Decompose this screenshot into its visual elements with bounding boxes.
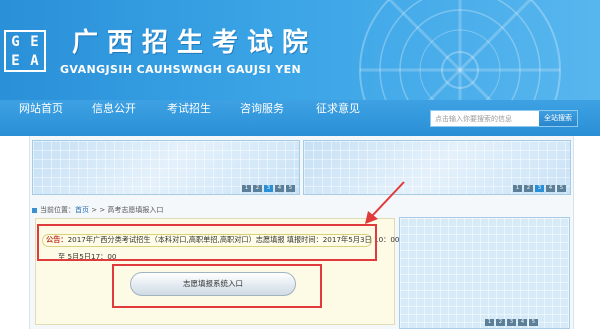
highlight-box-notice: [37, 224, 377, 261]
logo[interactable]: G E E A: [4, 30, 46, 72]
highlight-box-entry: [112, 264, 322, 308]
banner-pager: 1 2 3 4 5: [242, 185, 295, 192]
breadcrumb: 当前位置：首页 > > 高考志愿填报入口: [32, 203, 396, 217]
breadcrumb-separator: > >: [89, 206, 108, 214]
breadcrumb-current: 高考志愿填报入口: [107, 206, 164, 214]
pager-button-active[interactable]: 3: [535, 185, 544, 192]
logo-letter: G: [11, 33, 20, 50]
pager-button[interactable]: 5: [557, 185, 566, 192]
pager-button[interactable]: 2: [496, 319, 505, 326]
nav-item-home[interactable]: 网站首页: [19, 100, 63, 136]
pager-button[interactable]: 3: [507, 319, 516, 326]
site-subtitle: GVANGJSIH CAUHSWNGH GAUJSI YEN: [60, 63, 302, 76]
breadcrumb-home-link[interactable]: 首页: [75, 206, 89, 214]
breadcrumb-label: 当前位置：: [40, 206, 75, 214]
search-button[interactable]: 全站搜索: [539, 111, 577, 126]
search-box: 全站搜索: [430, 110, 578, 127]
site-header: G E E A 广西招生考试院 GVANGJSIH CAUHSWNGH GAUJ…: [0, 0, 600, 100]
logo-letter: A: [30, 52, 39, 69]
pager-button[interactable]: 4: [275, 185, 284, 192]
bullet-icon: [32, 207, 37, 213]
main-nav: 网站首页 信息公开 考试招生 咨询服务 征求意见 全站搜索: [0, 100, 600, 136]
side-image-panel[interactable]: [399, 217, 570, 329]
pager-button[interactable]: 2: [253, 185, 262, 192]
pager-button[interactable]: 4: [546, 185, 555, 192]
site-title: 广西招生考试院: [72, 28, 318, 58]
logo-letter: E: [11, 52, 20, 69]
pager-button-active[interactable]: 3: [264, 185, 273, 192]
pager-button[interactable]: 4: [518, 319, 527, 326]
pager-button[interactable]: 5: [529, 319, 538, 326]
nav-item-info[interactable]: 信息公开: [92, 100, 136, 136]
banner-pager: 1 2 3 4 5: [513, 185, 566, 192]
pager-button[interactable]: 1: [513, 185, 522, 192]
nav-item-exams[interactable]: 考试招生: [167, 100, 211, 136]
banner-right[interactable]: 1 2 3 4 5: [303, 140, 571, 195]
logo-letter: E: [30, 33, 39, 50]
pager-button[interactable]: 5: [286, 185, 295, 192]
nav-item-feedback[interactable]: 征求意见: [316, 100, 360, 136]
side-pager: 1 2 3 4 5: [485, 319, 538, 326]
pager-button[interactable]: 1: [242, 185, 251, 192]
pager-button[interactable]: 1: [485, 319, 494, 326]
decorative-pattern-icon: [359, 0, 561, 100]
banner-left[interactable]: 1 2 3 4 5: [32, 140, 300, 195]
nav-item-consult[interactable]: 咨询服务: [240, 100, 284, 136]
pager-button[interactable]: 2: [524, 185, 533, 192]
search-input[interactable]: [431, 111, 541, 126]
